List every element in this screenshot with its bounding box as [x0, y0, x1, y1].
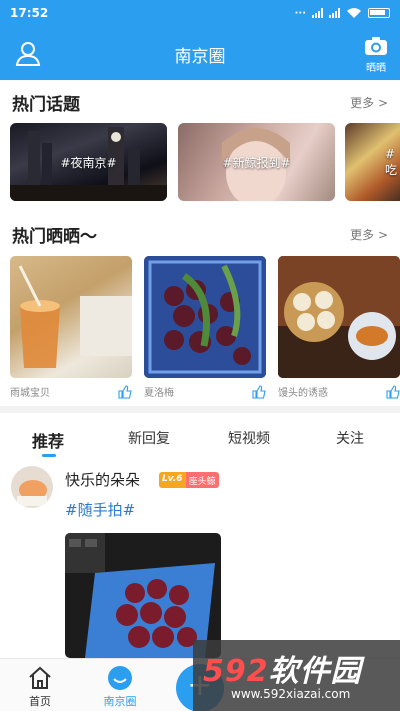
circle-icon: [108, 666, 132, 690]
hot-shows-title: 热门晒晒～: [12, 227, 97, 247]
show-card[interactable]: 雨城宝贝: [10, 256, 132, 399]
hot-topics-more-link[interactable]: 更多 >: [350, 94, 388, 111]
site-watermark: 592软件园 www.592xiazai.com: [193, 640, 400, 711]
like-icon[interactable]: [386, 384, 400, 399]
feed-tabs: 推荐 新回复 短视频 关注: [0, 414, 400, 460]
status-bar: 17:52 ···: [0, 0, 400, 26]
watermark-logo: 592软件园: [203, 654, 362, 689]
battery-icon: [368, 8, 390, 18]
like-icon[interactable]: [118, 384, 132, 399]
avatar[interactable]: [11, 466, 53, 508]
dumplings-photo-image: [278, 256, 400, 378]
section-divider: [0, 406, 400, 413]
camera-label: 晒晒: [366, 63, 386, 74]
chevron-right-icon: >: [377, 228, 388, 242]
rank-label: 座头鲸: [185, 472, 219, 488]
show-card[interactable]: 馒头的诱惑: [278, 256, 400, 399]
topic-card[interactable]: #吃: [345, 123, 400, 201]
camera-icon: [365, 37, 387, 55]
topic-card[interactable]: #新鲸报到#: [178, 123, 335, 201]
topic-label: #新鲸报到#: [222, 155, 291, 170]
nav-home-label: 首页: [29, 695, 51, 708]
post-show-button[interactable]: 晒晒: [362, 36, 390, 74]
status-icons: ···: [295, 7, 390, 19]
more-dots-icon: ···: [294, 7, 306, 19]
nav-circle-label: 南京圈: [103, 695, 137, 708]
topic-label: #夜南京#: [60, 155, 117, 170]
hot-shows-list: 雨城宝贝 夏洛梅 馒头的诱惑: [10, 256, 400, 401]
signal-icon-2: [329, 8, 340, 18]
show-card[interactable]: 夏洛梅: [144, 256, 266, 399]
tab-new-replies[interactable]: 新回复: [128, 428, 170, 448]
page-title: 南京圈: [174, 47, 226, 67]
wifi-icon: [347, 8, 361, 18]
hot-topics-header: 热门话题 更多 >: [12, 90, 388, 115]
hot-shows-header: 热门晒晒～ 更多 >: [12, 222, 388, 247]
level-label: Lv.6: [159, 472, 186, 488]
topic-label: #吃: [385, 146, 398, 177]
nav-circle[interactable]: 南京圈: [90, 665, 150, 709]
chevron-right-icon: >: [377, 96, 388, 110]
watermark-url: www.592xiazai.com: [231, 687, 351, 701]
topic-card[interactable]: #夜南京#: [10, 123, 167, 201]
active-tab-indicator: [42, 454, 56, 457]
hot-shows-more-link[interactable]: 更多 >: [350, 226, 388, 243]
status-time: 17:52: [10, 6, 49, 20]
bayberry-photo-image: [144, 256, 266, 378]
signal-icon: [312, 8, 323, 18]
like-icon[interactable]: [252, 384, 266, 399]
app-header: 南京圈 晒晒: [0, 26, 400, 80]
user-level-badge: Lv.6 座头鲸: [159, 472, 219, 488]
tab-short-video[interactable]: 短视频: [228, 428, 270, 448]
show-caption: 夏洛梅: [144, 388, 174, 399]
hot-topics-title: 热门话题: [12, 95, 80, 115]
show-caption: 雨城宝贝: [10, 388, 50, 399]
home-icon: [29, 666, 51, 689]
tab-recommend[interactable]: 推荐: [32, 428, 64, 452]
nav-home[interactable]: 首页: [10, 665, 70, 709]
post-topic-tag[interactable]: #随手拍#: [65, 499, 135, 520]
show-caption: 馒头的诱惑: [278, 388, 328, 399]
drink-photo-image: [10, 256, 132, 378]
tab-following[interactable]: 关注: [336, 428, 364, 448]
hot-topics-list: #夜南京# #新鲸报到# #吃: [10, 123, 400, 203]
post-author-name[interactable]: 快乐的朵朵: [65, 469, 140, 490]
